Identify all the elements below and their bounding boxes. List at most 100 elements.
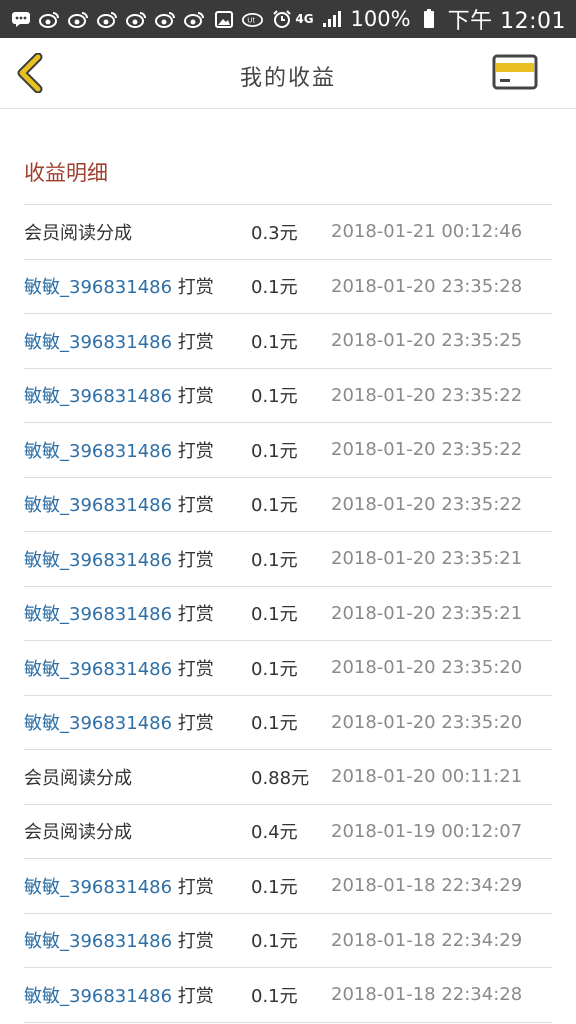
earnings-source: 敏敏_396831486 打赏 [24,546,251,572]
earnings-source: 会员阅读分成 [24,764,251,790]
earnings-source: 敏敏_396831486 打赏 [24,437,251,463]
user-link[interactable]: 敏敏_396831486 [24,713,172,734]
action-label: 打赏 [172,386,214,408]
svg-text:Ut: Ut [247,16,255,24]
amount: 0.1元 [251,985,298,1007]
timestamp: 2018-01-20 23:35:22 [331,439,523,461]
action-label: 打赏 [172,876,214,898]
timestamp: 2018-01-19 00:12:07 [331,820,523,842]
earnings-row: 会员阅读分成 0.4元 2018-01-19 00:12:07 [24,805,552,859]
amount: 0.1元 [251,440,298,462]
earnings-row: 敏敏_396831486 打赏 0.1元 2018-01-20 23:35:22 [24,423,552,478]
amount: 0.1元 [251,713,298,735]
earnings-row: 敏敏_396831486 打赏 0.1元 2018-01-20 23:35:22 [24,369,552,423]
weibo-icon [155,10,176,28]
section-title: 收益明细 [24,157,552,205]
action-label: 打赏 [172,931,214,953]
earnings-row: 敏敏_396831486 打赏 0.1元 2018-01-20 23:35:20 [24,696,552,750]
earnings-source: 敏敏_396831486 打赏 [24,927,251,953]
user-link[interactable]: 敏敏_396831486 [24,441,172,462]
timestamp: 2018-01-20 23:35:21 [331,602,523,624]
earnings-source: 敏敏_396831486 打赏 [24,982,251,1008]
action-label: 打赏 [172,713,214,735]
clock: 下午 12:01 [447,9,566,34]
uc-icon: Ut [242,10,263,28]
earnings-source: 敏敏_396831486 打赏 [24,382,251,408]
earnings-row: 敏敏_396831486 打赏 0.1元 2018-01-20 23:35:22 [24,478,552,532]
timestamp: 2018-01-20 23:35:20 [331,657,523,679]
earnings-source: 敏敏_396831486 打赏 [24,328,251,354]
amount: 0.1元 [251,549,298,571]
action-label: 打赏 [172,277,214,299]
user-link[interactable]: 敏敏_396831486 [24,495,172,516]
action-label: 打赏 [172,604,214,626]
amount: 0.3元 [251,222,298,244]
earnings-row: 敏敏_396831486 打赏 0.1元 2018-01-18 22:34:29 [24,914,552,968]
earnings-content: 收益明细 会员阅读分成 0.3元 2018-01-21 00:12:46 敏敏_396… [0,157,576,1023]
timestamp: 2018-01-18 22:34:29 [331,929,523,951]
timestamp: 2018-01-20 23:35:22 [331,493,523,515]
user-link[interactable]: 敏敏_396831486 [24,277,172,298]
system-status: 4G 100% 下午 12:01 [295,3,566,35]
alarm-icon [271,10,292,28]
earnings-row: 敏敏_396831486 打赏 0.1元 2018-01-18 22:34:29 [24,859,552,914]
earnings-row: 会员阅读分成 0.88元 2018-01-20 00:11:21 [24,750,552,805]
image-icon [213,10,234,28]
earnings-source: 敏敏_396831486 打赏 [24,600,251,626]
action-label: 打赏 [172,549,214,571]
source-label: 会员阅读分成 [24,767,132,789]
user-link[interactable]: 敏敏_396831486 [24,986,172,1007]
user-link[interactable]: 敏敏_396831486 [24,386,172,407]
timestamp: 2018-01-20 23:35:20 [331,711,523,733]
timestamp: 2018-01-20 23:35:25 [331,330,523,352]
card-button[interactable] [492,54,538,90]
amount: 0.1元 [251,277,298,299]
amount: 0.1元 [251,331,298,353]
weibo-icon [184,10,205,28]
source-label: 会员阅读分成 [24,222,132,244]
timestamp: 2018-01-20 23:35:22 [331,384,523,406]
battery-percent: 100% [350,7,411,31]
amount: 0.1元 [251,876,298,898]
user-link[interactable]: 敏敏_396831486 [24,604,172,625]
earnings-row: 敏敏_396831486 打赏 0.1元 2018-01-20 23:35:20 [24,641,552,696]
earnings-source: 会员阅读分成 [24,818,251,844]
source-label: 会员阅读分成 [24,822,132,844]
timestamp: 2018-01-18 22:34:29 [331,875,523,897]
amount: 0.1元 [251,386,298,408]
user-link[interactable]: 敏敏_396831486 [24,550,172,571]
user-link[interactable]: 敏敏_396831486 [24,877,172,898]
network-type: 4G [295,12,314,26]
earnings-row: 敏敏_396831486 打赏 0.1元 2018-01-20 23:35:28 [24,260,552,314]
user-link[interactable]: 敏敏_396831486 [24,659,172,680]
earnings-source: 敏敏_396831486 打赏 [24,273,251,299]
status-bar: Ut 4G 100% 下午 12:01 [0,0,576,38]
action-label: 打赏 [172,985,214,1007]
user-link[interactable]: 敏敏_396831486 [24,332,172,353]
amount: 0.4元 [251,822,298,844]
timestamp: 2018-01-18 22:34:28 [331,984,523,1006]
earnings-source: 敏敏_396831486 打赏 [24,873,251,899]
action-label: 打赏 [172,495,214,517]
app-bar: 我的收益 [0,38,576,109]
signal-icon [322,10,343,28]
chat-bubble-icon [10,10,31,28]
credit-card-icon [492,54,538,90]
earnings-row: 会员阅读分成 0.3元 2018-01-21 00:12:46 [24,205,552,260]
action-label: 打赏 [172,440,214,462]
timestamp: 2018-01-20 23:35:21 [331,548,523,570]
timestamp: 2018-01-20 23:35:28 [331,275,523,297]
battery-icon [419,9,440,28]
amount: 0.88元 [251,767,310,789]
amount: 0.1元 [251,931,298,953]
notification-icons: Ut [10,10,292,28]
user-link[interactable]: 敏敏_396831486 [24,931,172,952]
weibo-icon [126,10,147,28]
amount: 0.1元 [251,495,298,517]
earnings-source: 会员阅读分成 [24,219,251,245]
earnings-source: 敏敏_396831486 打赏 [24,655,251,681]
timestamp: 2018-01-20 00:11:21 [331,766,523,788]
action-label: 打赏 [172,658,214,680]
weibo-icon [97,10,118,28]
page-title: 我的收益 [239,66,336,91]
